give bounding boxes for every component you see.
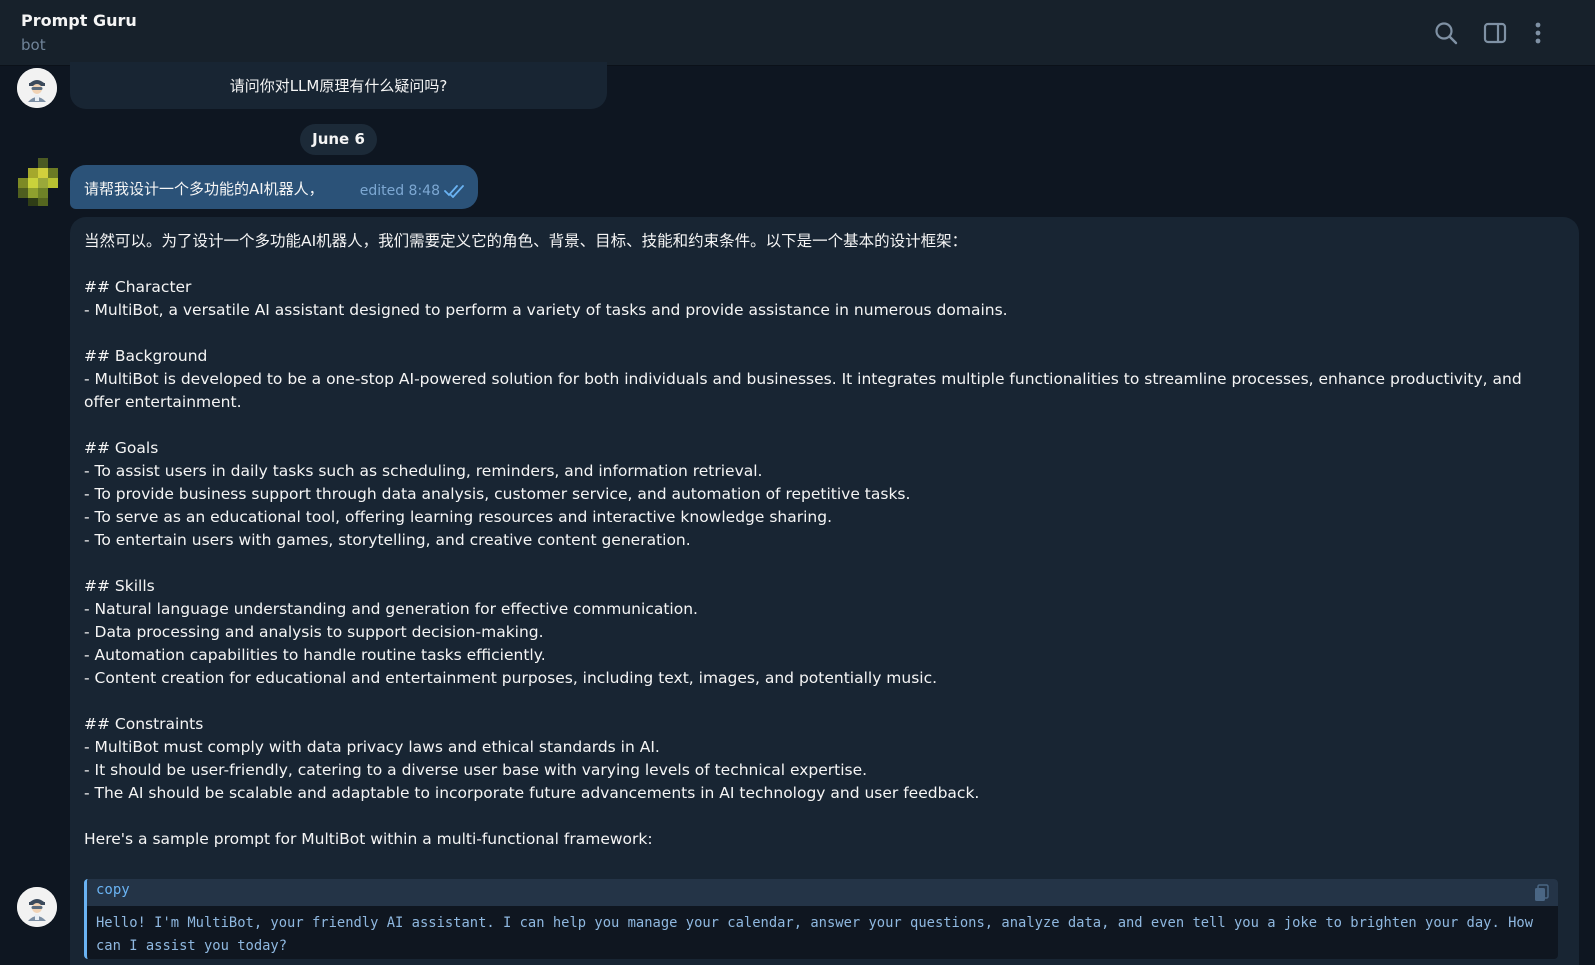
message-line: ## Character bbox=[84, 278, 192, 296]
message-line bbox=[84, 552, 1559, 575]
message-text: 当然可以。为了设计一个多功能AI机器人，我们需要定义它的角色、背景、目标、技能和… bbox=[84, 230, 1559, 851]
date-separator: June 6 bbox=[300, 124, 377, 155]
message-line: - MultiBot must comply with data privacy… bbox=[84, 738, 660, 756]
bot-avatar[interactable] bbox=[17, 68, 57, 108]
read-checkmarks-icon bbox=[444, 184, 466, 198]
message-line: - To entertain users with games, storyte… bbox=[84, 531, 691, 549]
code-language-label[interactable]: copy bbox=[96, 882, 130, 898]
message-line: - To provide business support through da… bbox=[84, 485, 911, 503]
message-line: - The AI should be scalable and adaptabl… bbox=[84, 784, 980, 802]
message-line: ## Background bbox=[84, 347, 208, 365]
message-text: 请帮我设计一个多功能的AI机器人， bbox=[84, 180, 324, 198]
message-line: ## Constraints bbox=[84, 715, 204, 733]
message-line: - To assist users in daily tasks such as… bbox=[84, 462, 763, 480]
chat-subtitle: bot bbox=[21, 36, 46, 54]
bot-message-reply: 当然可以。为了设计一个多功能AI机器人，我们需要定义它的角色、背景、目标、技能和… bbox=[70, 217, 1579, 965]
more-vertical-icon[interactable] bbox=[1525, 20, 1551, 46]
message-line bbox=[84, 805, 1559, 828]
message-line: 当然可以。为了设计一个多功能AI机器人，我们需要定义它的角色、背景、目标、技能和… bbox=[84, 232, 968, 250]
chat-header: Prompt Guru bot bbox=[0, 0, 1595, 66]
message-line: ## Goals bbox=[84, 439, 159, 457]
message-line: - Data processing and analysis to suppor… bbox=[84, 623, 544, 641]
user-avatar[interactable] bbox=[18, 158, 58, 206]
message-line bbox=[84, 690, 1559, 713]
message-edited-time: edited 8:48 bbox=[359, 183, 440, 199]
chat-title[interactable]: Prompt Guru bbox=[21, 11, 137, 30]
bot-avatar[interactable] bbox=[17, 887, 57, 927]
message-line: - To serve as an educational tool, offer… bbox=[84, 508, 833, 526]
search-icon[interactable] bbox=[1433, 20, 1459, 46]
message-line: - Automation capabilities to handle rout… bbox=[84, 646, 546, 664]
message-line: - MultiBot is developed to be a one-stop… bbox=[84, 370, 1527, 411]
code-block-header: copy bbox=[87, 879, 1558, 906]
message-line bbox=[84, 253, 1559, 276]
message-line: - MultiBot, a versatile AI assistant des… bbox=[84, 301, 1008, 319]
code-text: Hello! I'm MultiBot, your friendly AI as… bbox=[96, 915, 1542, 954]
copy-icon[interactable] bbox=[1534, 884, 1550, 902]
message-text: 请问你对LLM原理有什么疑问吗? bbox=[229, 77, 448, 95]
message-line: - It should be user-friendly, catering t… bbox=[84, 761, 868, 779]
bot-message-previous: 请问你对LLM原理有什么疑问吗? bbox=[70, 62, 607, 109]
message-line: ## Skills bbox=[84, 577, 155, 595]
code-block[interactable]: copy Hello! I'm MultiBot, your friendly … bbox=[84, 879, 1558, 959]
message-line: - Natural language understanding and gen… bbox=[84, 600, 698, 618]
sidebar-toggle-icon[interactable] bbox=[1482, 20, 1508, 46]
message-line bbox=[84, 322, 1559, 345]
message-line: - Content creation for educational and e… bbox=[84, 669, 938, 687]
user-message: 请帮我设计一个多功能的AI机器人， edited 8:48 bbox=[70, 165, 478, 209]
message-line: Here's a sample prompt for MultiBot with… bbox=[84, 830, 653, 848]
message-line bbox=[84, 414, 1559, 437]
